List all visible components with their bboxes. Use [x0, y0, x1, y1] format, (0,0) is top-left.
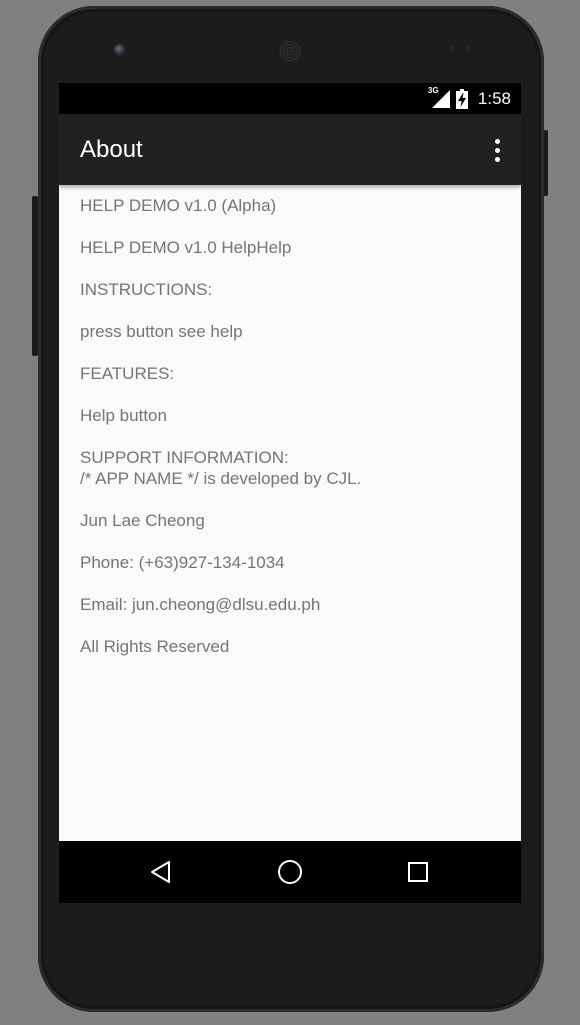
battery-charging-icon: [455, 88, 468, 109]
page-title: About: [80, 136, 143, 163]
email-text: Email: jun.cheong@dlsu.edu.ph: [80, 595, 321, 614]
earpiece-speaker: [278, 39, 302, 63]
about-content: HELP DEMO v1.0 (Alpha) HELP DEMO v1.0 He…: [80, 195, 500, 678]
light-sensor: [465, 46, 471, 52]
rights-text: All Rights Reserved: [80, 637, 230, 656]
status-bar: 3G 1:58: [59, 83, 521, 114]
network-type-label: 3G: [427, 85, 439, 95]
proximity-sensor: [449, 46, 455, 52]
developer-name: Jun Lae Cheong: [80, 511, 205, 530]
instructions-text: press button see help: [80, 322, 243, 341]
more-vert-icon[interactable]: [487, 135, 507, 165]
support-information-text: SUPPORT INFORMATION: /* APP NAME */ is d…: [80, 448, 362, 488]
navigation-bar: [59, 841, 521, 903]
features-text: Help button: [80, 406, 167, 425]
app-bar: About: [59, 114, 521, 185]
front-camera: [114, 44, 126, 56]
recents-square-icon[interactable]: [400, 854, 436, 890]
cell-signal-icon: 3G: [427, 85, 450, 109]
phone-text: Phone: (+63)927-134-1034: [80, 553, 285, 572]
instructions-heading: INSTRUCTIONS:: [80, 280, 213, 299]
device-screen: 3G 1:58 About HELP DEMO v1.0 (Alpha) HEL…: [59, 83, 521, 903]
back-triangle-icon[interactable]: [143, 854, 179, 890]
app-help-text: HELP DEMO v1.0 HelpHelp: [80, 238, 292, 257]
features-heading: FEATURES:: [80, 364, 175, 383]
home-circle-icon[interactable]: [272, 854, 308, 890]
status-icons: 3G 1:58: [428, 83, 511, 114]
status-clock: 1:58: [477, 88, 511, 108]
app-version-text: HELP DEMO v1.0 (Alpha): [80, 196, 277, 215]
